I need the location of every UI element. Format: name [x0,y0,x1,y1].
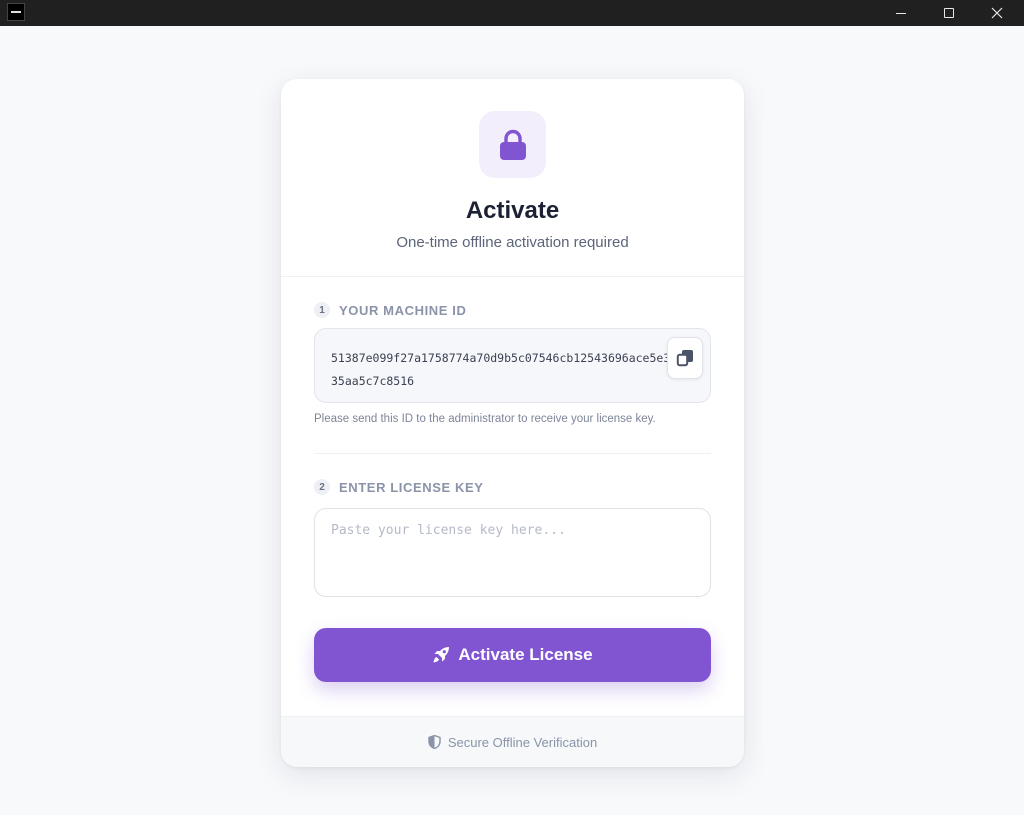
minimize-button[interactable] [878,0,924,26]
lock-badge [479,111,546,178]
step-machine-id-header: 1 YOUR MACHINE ID [314,302,466,318]
app-icon [7,3,25,21]
step-label: YOUR MACHINE ID [339,302,467,318]
maximize-button[interactable] [926,0,972,26]
step-number-badge: 2 [314,479,330,495]
step-number-badge: 1 [314,302,330,318]
copy-button[interactable] [667,337,703,379]
maximize-icon [944,8,954,18]
shield-icon [428,735,441,749]
card-footer: Secure Offline Verification [281,716,744,767]
activate-license-button[interactable]: Activate License [314,628,711,682]
lock-icon [499,129,526,160]
page-subtitle: One-time offline activation required [396,234,629,251]
window-titlebar [0,0,1024,26]
minimize-icon [896,12,906,14]
machine-id-box: 51387e099f27a1758774a70d9b5c07546cb12543… [314,328,711,403]
close-button[interactable] [974,0,1020,26]
close-icon [991,7,1003,19]
step-license-key-header: 2 ENTER LICENSE KEY [314,479,484,495]
activate-button-label: Activate License [458,645,593,664]
rocket-icon [433,647,450,663]
machine-id-hint: Please send this ID to the administrator… [314,413,656,425]
footer-label: Secure Offline Verification [447,734,598,750]
copy-icon [676,350,693,367]
page-title: Activate [465,197,560,224]
step-label: ENTER LICENSE KEY [339,479,484,495]
machine-id-value[interactable]: 51387e099f27a1758774a70d9b5c07546cb12543… [331,347,671,393]
activation-card: Activate One-time offline activation req… [281,79,744,767]
license-key-input[interactable] [314,508,711,597]
section-divider [314,453,711,454]
header-divider [281,276,744,277]
